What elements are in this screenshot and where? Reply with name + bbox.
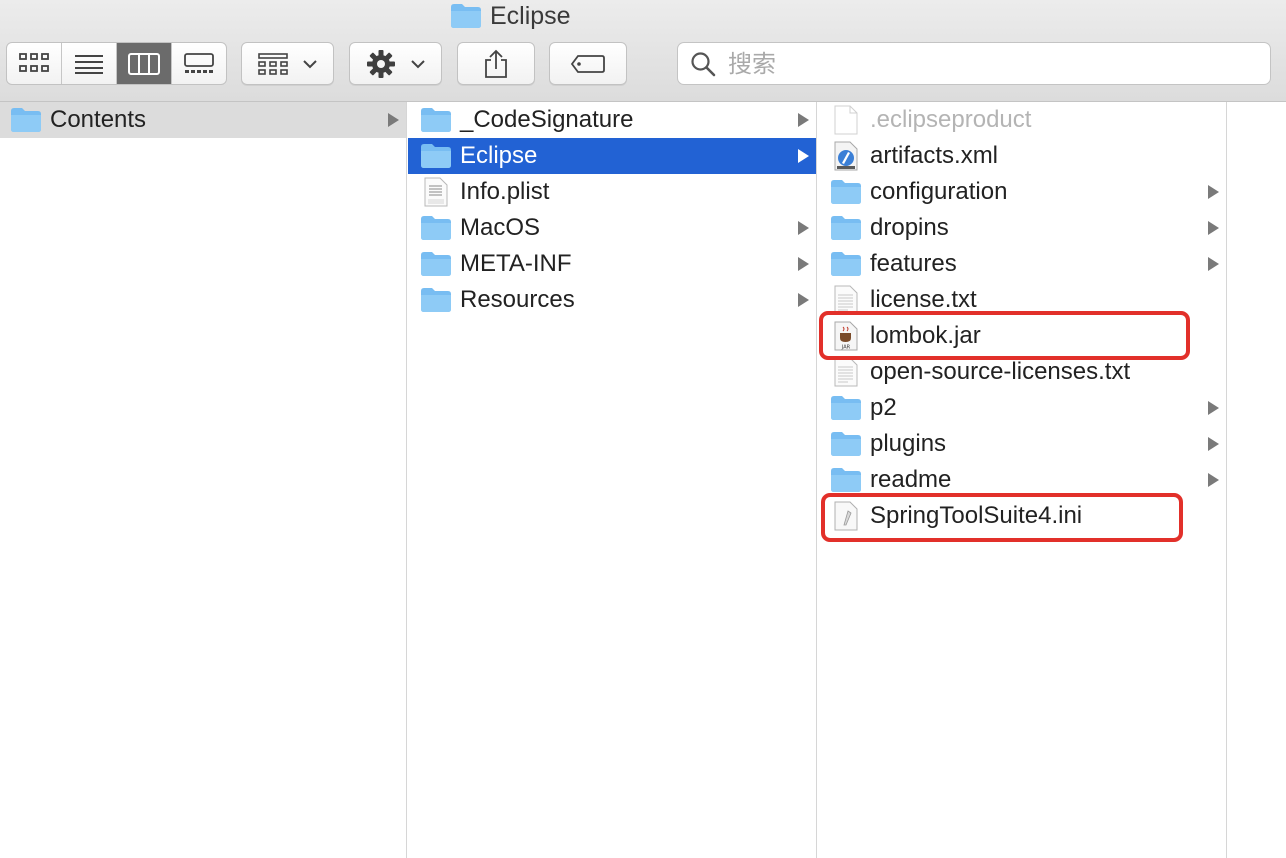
share-button[interactable]	[457, 42, 535, 85]
folder-icon	[830, 249, 862, 279]
xml-file-icon	[830, 141, 862, 171]
browser-column-1: Contents	[0, 102, 407, 858]
list-item[interactable]: Info.plist	[408, 174, 816, 210]
plist-file-icon	[420, 177, 452, 207]
action-button[interactable]	[349, 42, 442, 85]
gallery-view-button[interactable]	[172, 43, 226, 84]
list-item[interactable]: plugins	[818, 426, 1226, 462]
item-name: features	[870, 250, 957, 277]
item-name: open-source-licenses.txt	[870, 358, 1131, 385]
item-name: _CodeSignature	[460, 106, 634, 133]
browser-column-4	[1228, 102, 1286, 858]
disclosure-arrow-icon	[1208, 473, 1219, 487]
disclosure-arrow-icon	[1208, 185, 1219, 199]
disclosure-arrow-icon	[1208, 401, 1219, 415]
disclosure-arrow-icon	[388, 113, 399, 127]
item-name: MacOS	[460, 214, 541, 241]
item-name: artifacts.xml	[870, 142, 999, 169]
gear-icon	[366, 49, 395, 78]
disclosure-arrow-icon	[1208, 257, 1219, 271]
item-name: readme	[870, 466, 952, 493]
folder-icon	[420, 285, 452, 315]
browser-column-3: .eclipseproduct artifacts.xml configurat…	[818, 102, 1227, 858]
list-item[interactable]: dropins	[818, 210, 1226, 246]
item-name: META-INF	[460, 250, 572, 277]
list-icon	[75, 54, 103, 74]
group-grid-icon	[257, 52, 288, 75]
folder-icon	[830, 465, 862, 495]
folder-icon	[420, 141, 452, 171]
tag-icon	[570, 54, 605, 73]
folder-icon	[830, 177, 862, 207]
search-input[interactable]	[726, 48, 1250, 79]
list-view-button[interactable]	[62, 43, 117, 84]
share-icon	[485, 49, 507, 78]
list-item[interactable]: MacOS	[408, 210, 816, 246]
list-item[interactable]: _CodeSignature	[408, 102, 816, 138]
columns-icon	[128, 52, 160, 75]
chevron-down-icon	[302, 59, 317, 68]
list-item[interactable]: Eclipse	[408, 138, 816, 174]
list-item[interactable]: artifacts.xml	[818, 138, 1226, 174]
folder-icon	[420, 213, 452, 243]
list-item[interactable]: Resources	[408, 282, 816, 318]
folder-icon	[830, 429, 862, 459]
item-name: Resources	[460, 286, 575, 313]
window-title-text: Eclipse	[490, 1, 571, 30]
column-view-button[interactable]	[117, 43, 172, 84]
item-name: Info.plist	[460, 178, 550, 205]
list-item[interactable]: configuration	[818, 174, 1226, 210]
view-mode-control	[6, 42, 227, 85]
item-name: Eclipse	[460, 142, 538, 169]
browser-column-2: _CodeSignature Eclipse Info.plist MacOS …	[408, 102, 817, 858]
text-file-icon	[830, 357, 862, 387]
search-icon	[691, 51, 716, 76]
disclosure-arrow-icon	[1208, 437, 1219, 451]
item-name: dropins	[870, 214, 949, 241]
list-item[interactable]: .eclipseproduct	[818, 102, 1226, 138]
folder-icon	[10, 105, 42, 135]
grid-icon	[19, 52, 49, 72]
item-name: .eclipseproduct	[870, 106, 1032, 133]
chevron-down-icon	[410, 59, 425, 68]
item-name: plugins	[870, 430, 947, 457]
disclosure-arrow-icon	[798, 293, 809, 307]
finder-toolbar: Eclipse	[0, 0, 1286, 102]
item-name: license.txt	[870, 286, 977, 313]
folder-icon	[451, 4, 481, 28]
folder-icon	[420, 105, 452, 135]
highlight-springtoolsuite-ini	[821, 493, 1183, 542]
item-name: Contents	[50, 106, 147, 133]
item-name: configuration	[870, 178, 1008, 205]
folder-icon	[830, 393, 862, 423]
disclosure-arrow-icon	[798, 149, 809, 163]
list-item[interactable]: META-INF	[408, 246, 816, 282]
tag-button[interactable]	[549, 42, 627, 85]
highlight-lombok-jar	[819, 311, 1190, 360]
search-field[interactable]	[677, 42, 1271, 85]
list-item[interactable]: features	[818, 246, 1226, 282]
folder-icon	[830, 213, 862, 243]
list-item[interactable]: Contents	[0, 102, 406, 138]
disclosure-arrow-icon	[1208, 221, 1219, 235]
gallery-icon	[184, 52, 214, 73]
disclosure-arrow-icon	[798, 221, 809, 235]
window-title: Eclipse	[450, 0, 571, 32]
icon-view-button[interactable]	[7, 43, 62, 84]
disclosure-arrow-icon	[798, 257, 809, 271]
group-by-button[interactable]	[241, 42, 334, 85]
folder-icon	[420, 249, 452, 279]
list-item[interactable]: p2	[818, 390, 1226, 426]
blank-file-icon	[830, 105, 862, 135]
item-name: p2	[870, 394, 897, 421]
disclosure-arrow-icon	[798, 113, 809, 127]
